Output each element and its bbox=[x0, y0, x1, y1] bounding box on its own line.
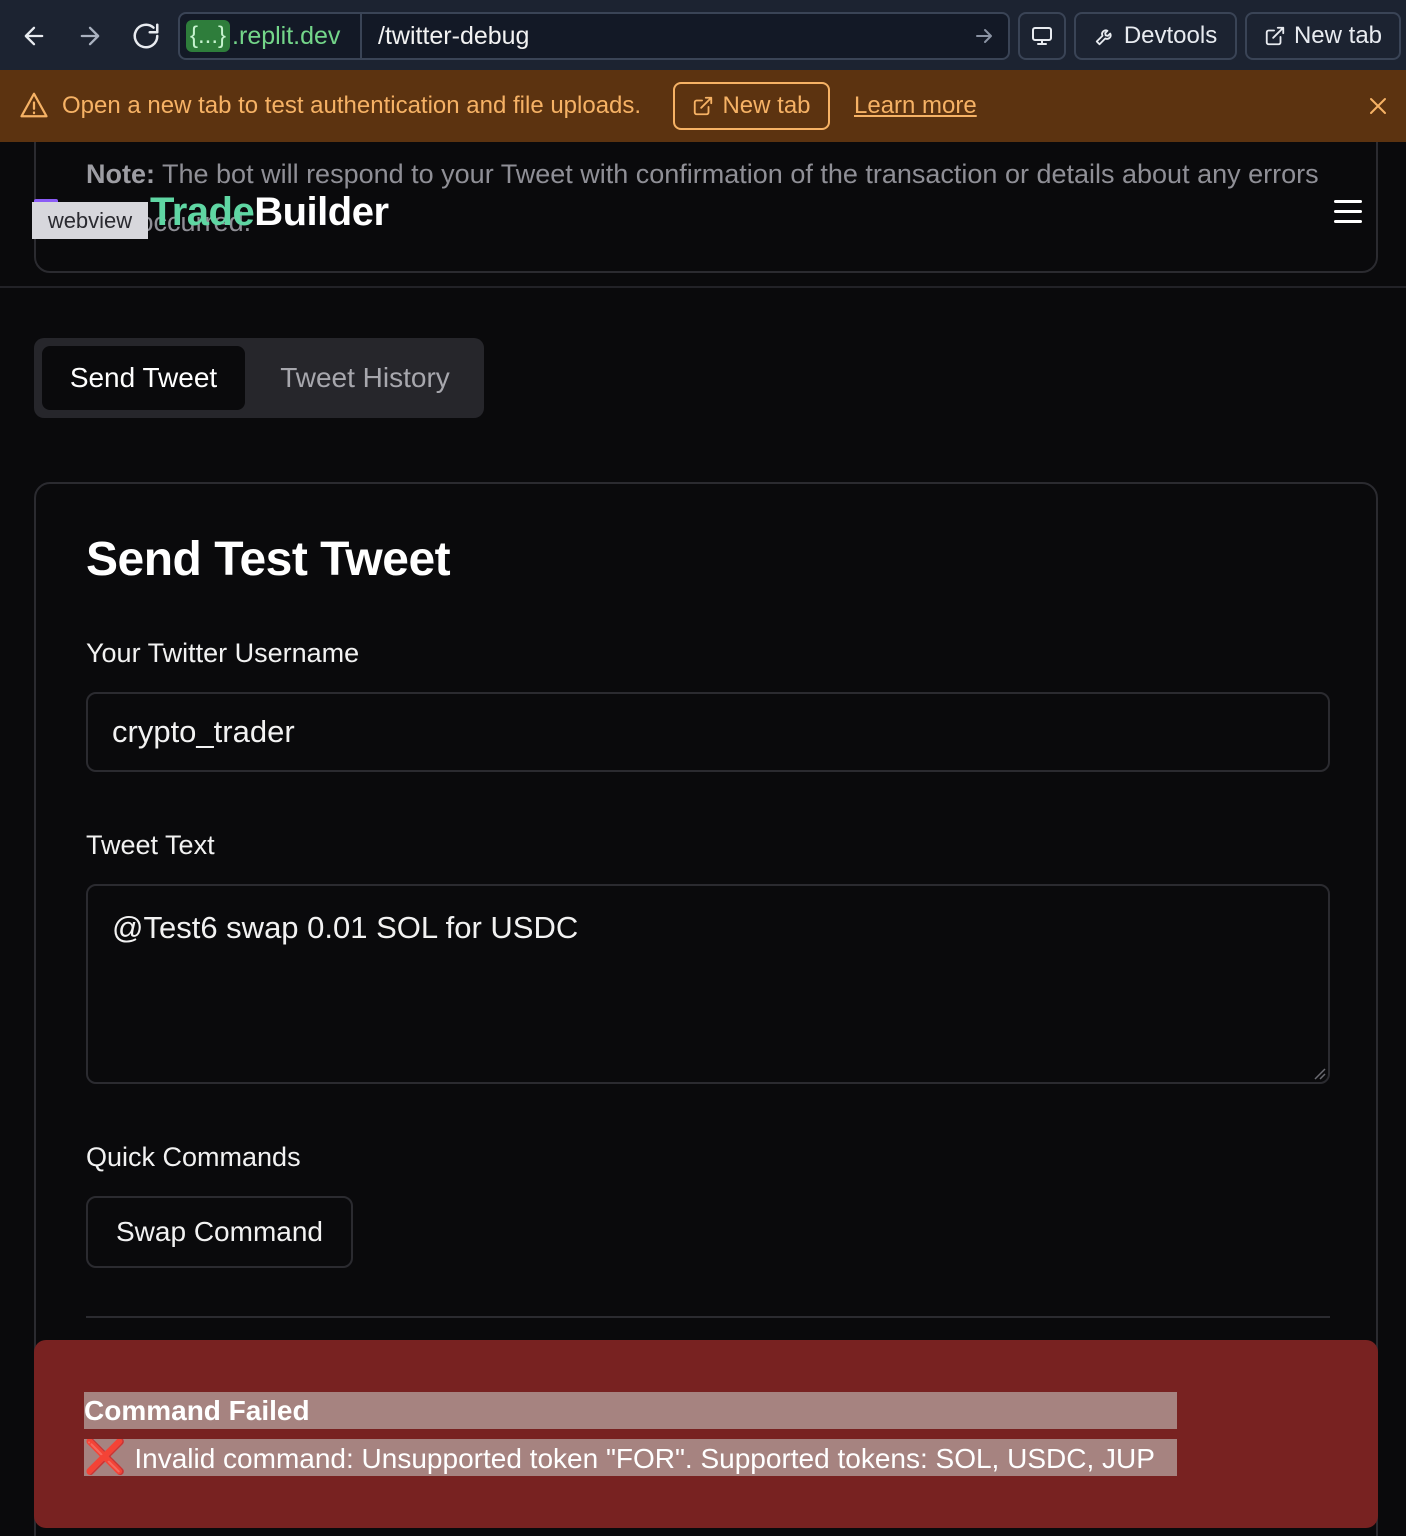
browser-newtab-button[interactable]: New tab bbox=[1245, 12, 1401, 60]
learn-more-link[interactable]: Learn more bbox=[854, 92, 977, 120]
error-title: Command Failed bbox=[84, 1395, 310, 1426]
header-divider bbox=[0, 286, 1406, 288]
banner-newtab-button[interactable]: New tab bbox=[673, 82, 830, 130]
note-label: Note: bbox=[86, 159, 155, 189]
warning-triangle-icon bbox=[20, 92, 48, 118]
url-divider bbox=[360, 14, 362, 58]
warning-banner: Open a new tab to test authentication an… bbox=[0, 70, 1406, 142]
username-input[interactable]: crypto_trader bbox=[86, 692, 1330, 772]
tweet-text-area[interactable]: @Test6 swap 0.01 SOL for USDC bbox=[86, 884, 1330, 1084]
arrow-left-icon bbox=[24, 26, 44, 46]
wrench-icon bbox=[1095, 29, 1112, 46]
address-bar[interactable]: {...} .replit.dev /twitter-debug bbox=[178, 12, 1010, 60]
quick-commands-label: Quick Commands bbox=[86, 1142, 301, 1172]
devtools-label: Devtools bbox=[1123, 22, 1218, 49]
browser-toolbar: {...} .replit.dev /twitter-debug Devtool… bbox=[0, 0, 1406, 70]
error-alert: Command Failed ❌ Invalid command: Unsuppo… bbox=[34, 1340, 1378, 1528]
reload-button[interactable] bbox=[124, 14, 168, 58]
webview-page: Note: The bot will respond to your Tweet… bbox=[0, 142, 1406, 1536]
devtools-button[interactable]: Devtools bbox=[1074, 12, 1237, 60]
tweet-text-value: @Test6 swap 0.01 SOL for USDC bbox=[112, 910, 579, 945]
tweet-text-label: Tweet Text bbox=[86, 830, 215, 860]
swap-command-button[interactable]: Swap Command bbox=[86, 1196, 353, 1268]
card-title: Send Test Tweet bbox=[86, 533, 451, 586]
url-path[interactable]: /twitter-debug bbox=[378, 22, 529, 51]
tab-tweet-history[interactable]: Tweet History bbox=[254, 346, 476, 410]
error-message-text: Invalid command: Unsupported token "FOR"… bbox=[134, 1443, 1155, 1474]
external-link-icon bbox=[1265, 26, 1285, 46]
app-logo[interactable]: TradeBuilder bbox=[150, 190, 389, 235]
banner-newtab-label: New tab bbox=[722, 92, 811, 119]
banner-message: Open a new tab to test authentication an… bbox=[62, 92, 642, 119]
go-arrow-icon[interactable] bbox=[972, 24, 996, 48]
monitor-icon bbox=[1032, 27, 1052, 45]
tab-list: Send Tweet Tweet History bbox=[34, 338, 484, 418]
reload-icon bbox=[133, 23, 159, 49]
replit-braces-badge: {...} bbox=[186, 20, 231, 52]
browser-newtab-label: New tab bbox=[1293, 22, 1383, 49]
arrow-right-icon bbox=[80, 26, 100, 46]
device-preview-button[interactable] bbox=[1018, 12, 1066, 60]
logo-word-builder: Builder bbox=[254, 190, 389, 234]
logo-word-trade: Trade bbox=[150, 190, 255, 234]
forward-button[interactable] bbox=[68, 14, 112, 58]
close-icon[interactable] bbox=[1366, 94, 1390, 118]
cross-mark-icon: ❌ bbox=[84, 1439, 127, 1476]
host-text: .replit.dev bbox=[232, 21, 341, 50]
webview-tag: webview bbox=[32, 202, 148, 239]
tab-send-tweet[interactable]: Send Tweet bbox=[42, 346, 245, 410]
hamburger-menu-icon[interactable] bbox=[1332, 200, 1364, 228]
external-link-icon bbox=[694, 96, 713, 116]
back-button[interactable] bbox=[12, 14, 56, 58]
card-divider bbox=[86, 1316, 1330, 1318]
host-chip: {...} .replit.dev bbox=[186, 20, 340, 52]
resize-handle-icon[interactable] bbox=[1312, 1066, 1326, 1080]
username-label: Your Twitter Username bbox=[86, 638, 360, 668]
error-message: ❌ Invalid command: Unsupported token "FOR… bbox=[84, 1439, 1177, 1477]
